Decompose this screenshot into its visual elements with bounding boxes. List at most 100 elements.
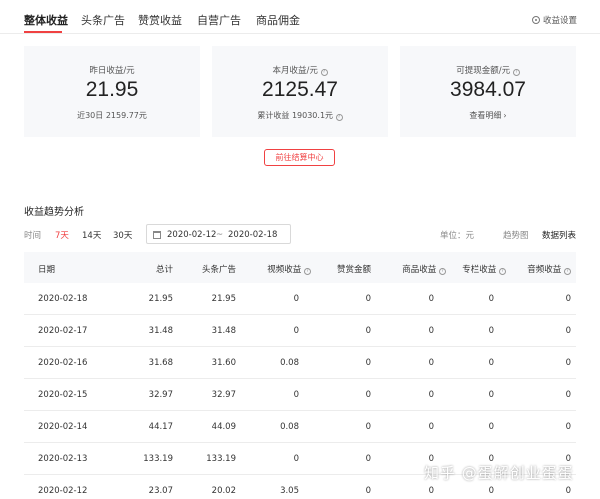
help-icon[interactable]: ? xyxy=(512,69,520,76)
table-cell: 44.09 xyxy=(211,422,236,432)
table-cell: 21.95 xyxy=(211,294,236,304)
card-value: 21.95 xyxy=(85,78,139,101)
tab-commission[interactable]: 商品佣金 xyxy=(256,12,300,28)
tab-overall-income[interactable]: 整体收益 xyxy=(24,12,68,28)
table-cell: 2020-02-13 xyxy=(38,454,88,464)
goto-settlement-button[interactable]: 前往结算中心 xyxy=(264,149,335,166)
unit-label: 单位：元 xyxy=(440,231,475,241)
table-cell: 0 xyxy=(365,326,371,336)
table-cell: 21.95 xyxy=(148,294,173,304)
chevron-right-icon: › xyxy=(503,111,507,120)
table-cell: 0 xyxy=(365,486,371,496)
table-cell: 2020-02-17 xyxy=(38,326,88,336)
income-page: 整体收益 头条广告 赞赏收益 自营广告 商品佣金 收益设置 昨日收益/元 21.… xyxy=(0,0,600,499)
table-cell: 44.17 xyxy=(148,422,173,432)
table-cell: 0.08 xyxy=(280,358,299,368)
table-cell: 23.07 xyxy=(148,486,173,496)
yesterday-income-card: 昨日收益/元 21.95 近30日 2159.77元 xyxy=(24,46,200,137)
table-cell: 0 xyxy=(293,326,299,336)
table-cell: 0 xyxy=(488,422,494,432)
col-header-total: 总计 xyxy=(155,265,173,275)
table-cell: 32.97 xyxy=(148,390,173,400)
table-row: 2020-02-15 32.97 32.97 0 0 0 0 0 xyxy=(24,379,576,411)
help-icon[interactable]: ? xyxy=(335,114,343,121)
income-tabs: 整体收益 头条广告 赞赏收益 自营广告 商品佣金 收益设置 xyxy=(0,0,600,34)
tab-tips-income[interactable]: 赞赏收益 xyxy=(138,12,182,28)
view-details-link[interactable]: 查看明细 › xyxy=(400,110,576,121)
table-cell: 31.60 xyxy=(211,358,236,368)
tab-toutiao-ads[interactable]: 头条广告 xyxy=(81,12,125,28)
date-to: 2020-02-18 xyxy=(228,230,278,240)
card-label: 昨日收益/元 xyxy=(89,66,135,76)
help-icon[interactable]: ? xyxy=(304,268,311,275)
table-cell: 0 xyxy=(565,486,571,496)
table-cell: 0 xyxy=(365,358,371,368)
col-header-tips: 赞赏金额 xyxy=(336,265,371,275)
table-cell: 2020-02-16 xyxy=(38,358,88,368)
col-header-date: 日期 xyxy=(38,265,56,275)
table-cell: 0 xyxy=(428,390,434,400)
trend-section-title: 收益趋势分析 xyxy=(24,207,84,218)
table-cell: 2020-02-15 xyxy=(38,390,88,400)
table-cell: 133.19 xyxy=(143,454,173,464)
table-cell: 31.48 xyxy=(148,326,173,336)
month-income-card: 本月收益/元 ? 2125.47 累计收益 19030.1元 ? xyxy=(212,46,388,137)
tab-self-ads[interactable]: 自营广告 xyxy=(197,12,241,28)
table-cell: 0 xyxy=(293,294,299,304)
card-label: 本月收益/元 ? xyxy=(212,64,388,76)
table-cell: 2020-02-12 xyxy=(38,486,88,496)
range-7-days[interactable]: 7天 xyxy=(55,229,69,241)
table-cell: 3.05 xyxy=(280,486,299,496)
help-icon[interactable]: ? xyxy=(564,268,571,275)
table-cell: 0 xyxy=(488,486,494,496)
range-14-days[interactable]: 14天 xyxy=(82,229,101,241)
card-label: 可提现金额/元 ? xyxy=(400,64,576,76)
table-header: 日期 总计 头条广告 视频收益 ? 赞赏金额 商品收益 ? 专栏收益 ? 音频收… xyxy=(24,252,576,283)
table-cell: 0 xyxy=(428,422,434,432)
table-cell: 0 xyxy=(293,454,299,464)
help-icon[interactable]: ? xyxy=(499,268,506,275)
table-cell: 0 xyxy=(565,326,571,336)
table-cell: 0 xyxy=(428,326,434,336)
help-icon[interactable]: ? xyxy=(439,268,446,275)
table-cell: 0 xyxy=(488,390,494,400)
settings-label: 收益设置 xyxy=(542,16,577,26)
active-tab-indicator xyxy=(24,31,62,33)
col-header-audio: 音频收益 ? xyxy=(527,263,571,275)
table-cell: 0 xyxy=(565,390,571,400)
range-30-days[interactable]: 30天 xyxy=(113,229,132,241)
income-settings-link[interactable]: 收益设置 xyxy=(531,14,577,26)
settings-icon xyxy=(531,16,540,24)
time-filter-label: 时间 xyxy=(24,231,42,241)
table-cell: 20.02 xyxy=(211,486,236,496)
card-value: 2125.47 xyxy=(262,78,338,101)
col-header-column: 专栏收益 ? xyxy=(462,263,506,275)
table-cell: 0 xyxy=(565,422,571,432)
table-cell: 2020-02-14 xyxy=(38,422,88,432)
col-header-goods: 商品收益 ? xyxy=(402,263,446,275)
table-cell: 133.19 xyxy=(206,454,236,464)
table-row: 2020-02-16 31.68 31.60 0.08 0 0 0 0 xyxy=(24,347,576,379)
col-header-video: 视频收益 ? xyxy=(267,263,311,275)
help-icon[interactable]: ? xyxy=(320,69,328,76)
table-cell: 0 xyxy=(428,486,434,496)
table-cell: 0 xyxy=(488,358,494,368)
table-cell: 0.08 xyxy=(280,422,299,432)
table-row: 2020-02-14 44.17 44.09 0.08 0 0 0 0 xyxy=(24,411,576,443)
table-cell: 0 xyxy=(365,422,371,432)
table-cell: 0 xyxy=(428,358,434,368)
data-list-toggle[interactable]: 数据列表 xyxy=(542,229,576,241)
date-from: 2020-02-12 xyxy=(167,230,217,240)
table-cell: 0 xyxy=(565,358,571,368)
date-range-picker[interactable]: 2020-02-12 ~ 2020-02-18 xyxy=(146,224,291,244)
withdrawable-card: 可提现金额/元 ? 3984.07 查看明细 › xyxy=(400,46,576,137)
table-cell: 0 xyxy=(293,390,299,400)
trend-chart-toggle[interactable]: 趋势图 xyxy=(503,229,529,241)
col-header-toutiao-ads: 头条广告 xyxy=(201,265,236,275)
calendar-icon xyxy=(153,231,161,239)
table-cell: 0 xyxy=(565,294,571,304)
table-cell: 0 xyxy=(488,326,494,336)
watermark-text: 知乎 @蛋解创业蛋蛋 xyxy=(424,464,574,482)
table-cell: 0 xyxy=(365,294,371,304)
table-cell: 0 xyxy=(428,294,434,304)
